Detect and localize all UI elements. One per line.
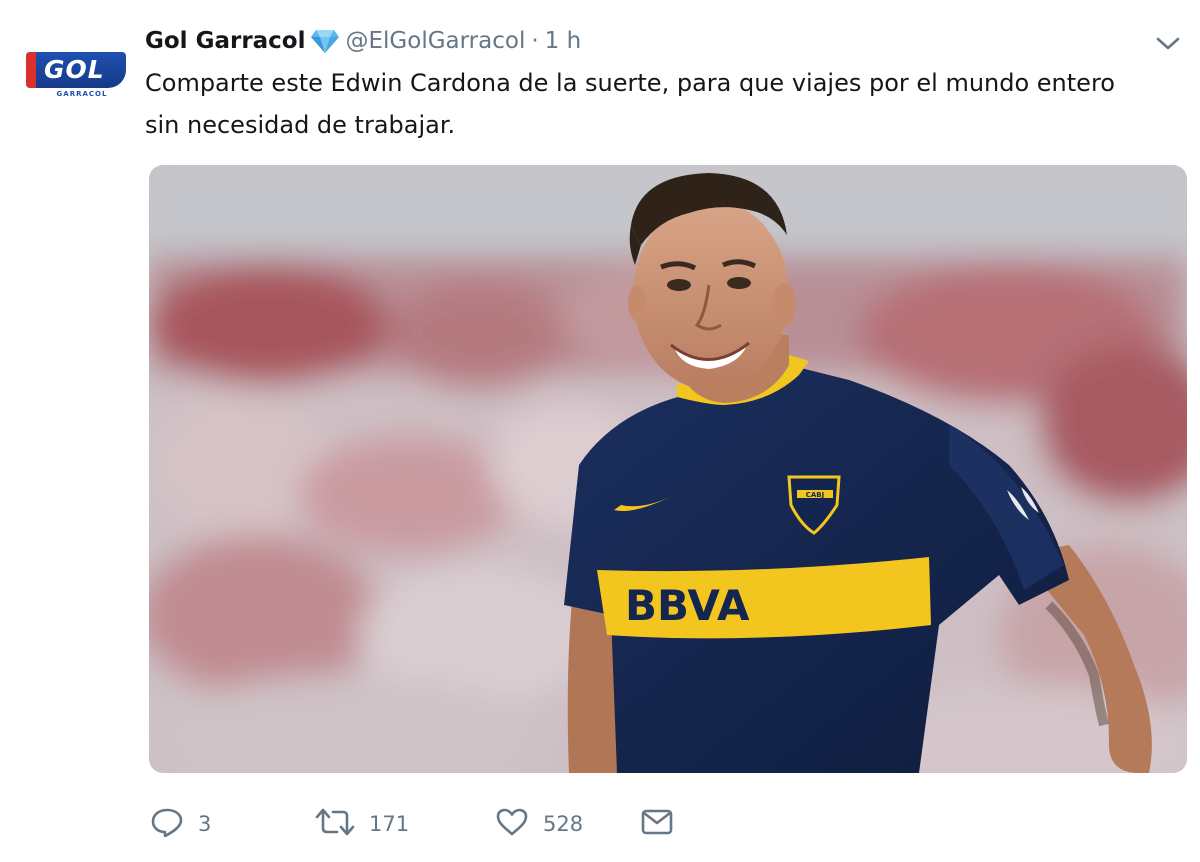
avatar[interactable]: GOL GARRACOL [26, 52, 126, 102]
reply-button[interactable]: 3 [150, 807, 315, 841]
display-name[interactable]: Gol Garracol [145, 28, 306, 54]
message-button[interactable] [640, 807, 674, 841]
like-count: 528 [543, 812, 584, 836]
handle[interactable]: @ElGolGarracol [346, 28, 526, 54]
action-bar: 3 171 528 [150, 802, 674, 846]
chevron-down-icon[interactable] [1155, 33, 1181, 53]
retweet-count: 171 [369, 812, 410, 836]
tweet-text-line: Comparte este Edwin Cardona de la suerte… [145, 69, 1115, 97]
retweet-button[interactable]: 171 [315, 807, 495, 841]
reply-count: 3 [198, 812, 212, 836]
tweet-header: Gol Garracol @ElGolGarracol · 1 h [145, 24, 581, 58]
reply-icon [150, 807, 184, 841]
tweet-text: Comparte este Edwin Cardona de la suerte… [145, 62, 1185, 146]
avatar-logo-text: GOL [44, 55, 105, 84]
separator-dot: · [531, 28, 539, 54]
diamond-icon [310, 28, 340, 54]
tweet-card: GOL GARRACOL Gol Garracol @ElGolGarracol… [0, 0, 1200, 862]
tweet-text-line: sin necesidad de trabajar. [145, 111, 456, 139]
timestamp[interactable]: 1 h [545, 28, 582, 54]
envelope-icon [640, 807, 674, 841]
heart-icon [495, 807, 529, 841]
tweet-photo[interactable]: BBVA CABJ [149, 165, 1187, 773]
like-button[interactable]: 528 [495, 807, 640, 841]
avatar-badge: GOL [26, 52, 126, 88]
crest-text: CABJ [806, 491, 825, 499]
avatar-logo-subtext: GARRACOL [56, 90, 108, 98]
retweet-icon [315, 807, 355, 841]
jersey-sponsor: BBVA [625, 581, 750, 630]
